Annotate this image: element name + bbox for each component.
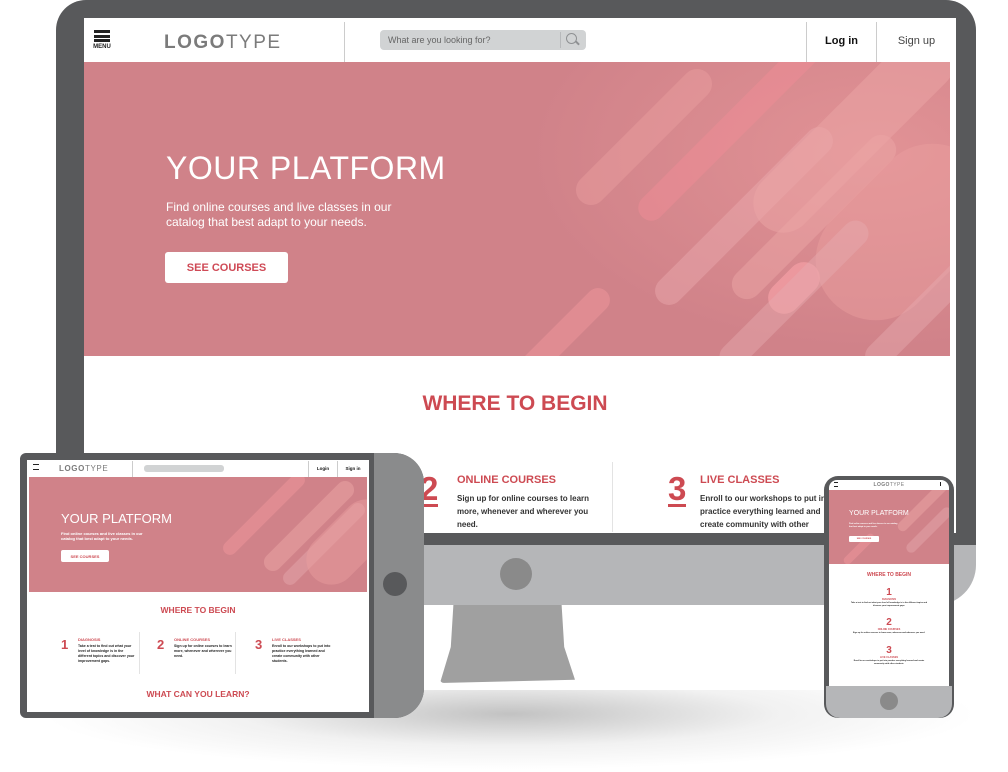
step-text: Sign up for online courses to learn more… xyxy=(852,632,926,634)
step-text: Enroll to our workshops to put into prac… xyxy=(853,660,925,665)
logo-bold: LOGO xyxy=(164,32,226,53)
step-text: Sign up for online courses to learn more… xyxy=(457,494,590,529)
logo-bold: LOGO xyxy=(873,482,890,488)
tablet-screen: LOGOTYPE Login Sign in YOUR PLATFORM Fin… xyxy=(27,460,369,712)
signup-link[interactable]: Sign up xyxy=(877,35,956,47)
desktop-navbar: MENU LOGOTYPE Log in Sign up xyxy=(84,18,956,62)
step-online-courses: 2 ONLINE COURSES Sign up for online cour… xyxy=(829,618,949,635)
hero-title: YOUR PLATFORM xyxy=(166,150,446,186)
logo-light: TYPE xyxy=(84,464,109,473)
step-title: ONLINE COURSES xyxy=(174,637,211,642)
step-diagnosis: 1 DIAGNOSIS Take a test to find out what… xyxy=(829,588,949,608)
hero-banner: YOUR PLATFORM Find online courses and li… xyxy=(84,62,950,356)
hero-subtitle: Find online courses and live classes in … xyxy=(849,523,898,528)
step-number: 3 xyxy=(668,470,687,507)
step-text: Enroll to our workshops to put in practi… xyxy=(700,494,826,529)
step-title: LIVE CLASSES xyxy=(700,474,780,486)
what-can-you-learn-heading: WHAT CAN YOU LEARN? xyxy=(146,689,250,699)
search-icon[interactable] xyxy=(561,30,583,50)
hamburger-icon xyxy=(94,30,110,42)
signup-link[interactable]: Sign in xyxy=(338,466,368,471)
logo[interactable]: LOGOTYPE xyxy=(829,482,949,488)
login-link[interactable]: Log in xyxy=(807,35,876,47)
step-title: ONLINE COURSES xyxy=(457,474,557,486)
tablet-home-button xyxy=(383,572,407,596)
monitor-logo-dot xyxy=(500,558,532,590)
search-bar xyxy=(380,30,586,50)
see-courses-button[interactable]: SEE COURSES xyxy=(165,252,288,283)
step-text: Enroll to our workshops to put into prac… xyxy=(272,644,331,663)
see-courses-button[interactable]: SEE COURSES xyxy=(61,550,109,562)
nav-divider xyxy=(132,461,133,477)
step-number: 1 xyxy=(886,587,892,598)
step-number: 1 xyxy=(61,637,69,652)
hero-banner: YOUR PLATFORM Find online courses and li… xyxy=(29,477,367,592)
phone-home-button xyxy=(880,692,898,710)
where-to-begin-heading: WHERE TO BEGIN xyxy=(866,572,912,578)
nav-divider xyxy=(344,22,345,62)
tablet-navbar: LOGOTYPE Login Sign in xyxy=(27,460,369,477)
step-number: 2 xyxy=(886,617,892,628)
menu-button[interactable]: MENU xyxy=(90,30,114,50)
hero-subtitle: Find online courses and live classes in … xyxy=(61,531,143,541)
step-text: Take a test to find out what your level … xyxy=(850,602,928,607)
see-courses-button[interactable]: SEE COURSES xyxy=(849,536,879,542)
step-title: LIVE CLASSES xyxy=(272,637,301,642)
hero-subtitle: Find online courses and live classes in … xyxy=(166,200,392,229)
where-to-begin-heading: WHERE TO BEGIN xyxy=(160,605,236,615)
step-number: 2 xyxy=(157,637,165,652)
step-divider xyxy=(139,632,140,674)
step-text: Take a test to find out what your level … xyxy=(78,644,135,663)
step-divider xyxy=(235,632,236,674)
step-title: DIAGNOSIS xyxy=(78,637,101,642)
menu-label: MENU xyxy=(93,44,111,50)
monitor-stand xyxy=(440,603,575,683)
step-number: 3 xyxy=(886,645,892,656)
phone-screen: LOGOTYPE YOUR PLATFORM Find online cours… xyxy=(829,480,949,686)
step-text: Sign up for online courses to learn more… xyxy=(174,644,232,658)
search-input[interactable] xyxy=(144,465,224,472)
step-live-classes: 3 LIVE CLASSES Enroll to our workshops t… xyxy=(829,646,949,666)
hero-title: YOUR PLATFORM xyxy=(61,511,172,526)
logo-light: TYPE xyxy=(889,482,905,488)
hero-title: YOUR PLATFORM xyxy=(849,510,909,517)
hamburger-icon[interactable] xyxy=(33,464,39,470)
logo[interactable]: LOGOTYPE xyxy=(59,464,108,473)
logo-light: TYPE xyxy=(225,32,282,53)
step-number: 3 xyxy=(255,637,263,652)
logo-bold: LOGO xyxy=(59,464,85,473)
phone-navbar: LOGOTYPE xyxy=(829,480,949,490)
logo[interactable]: LOGOTYPE xyxy=(164,32,282,54)
login-link[interactable]: Login xyxy=(309,466,337,471)
step-divider xyxy=(612,462,613,532)
more-options-icon[interactable] xyxy=(940,482,941,486)
where-to-begin-heading: WHERE TO BEGIN xyxy=(422,392,608,415)
search-input[interactable] xyxy=(380,35,560,45)
hero-banner: YOUR PLATFORM Find online courses and li… xyxy=(829,490,949,564)
